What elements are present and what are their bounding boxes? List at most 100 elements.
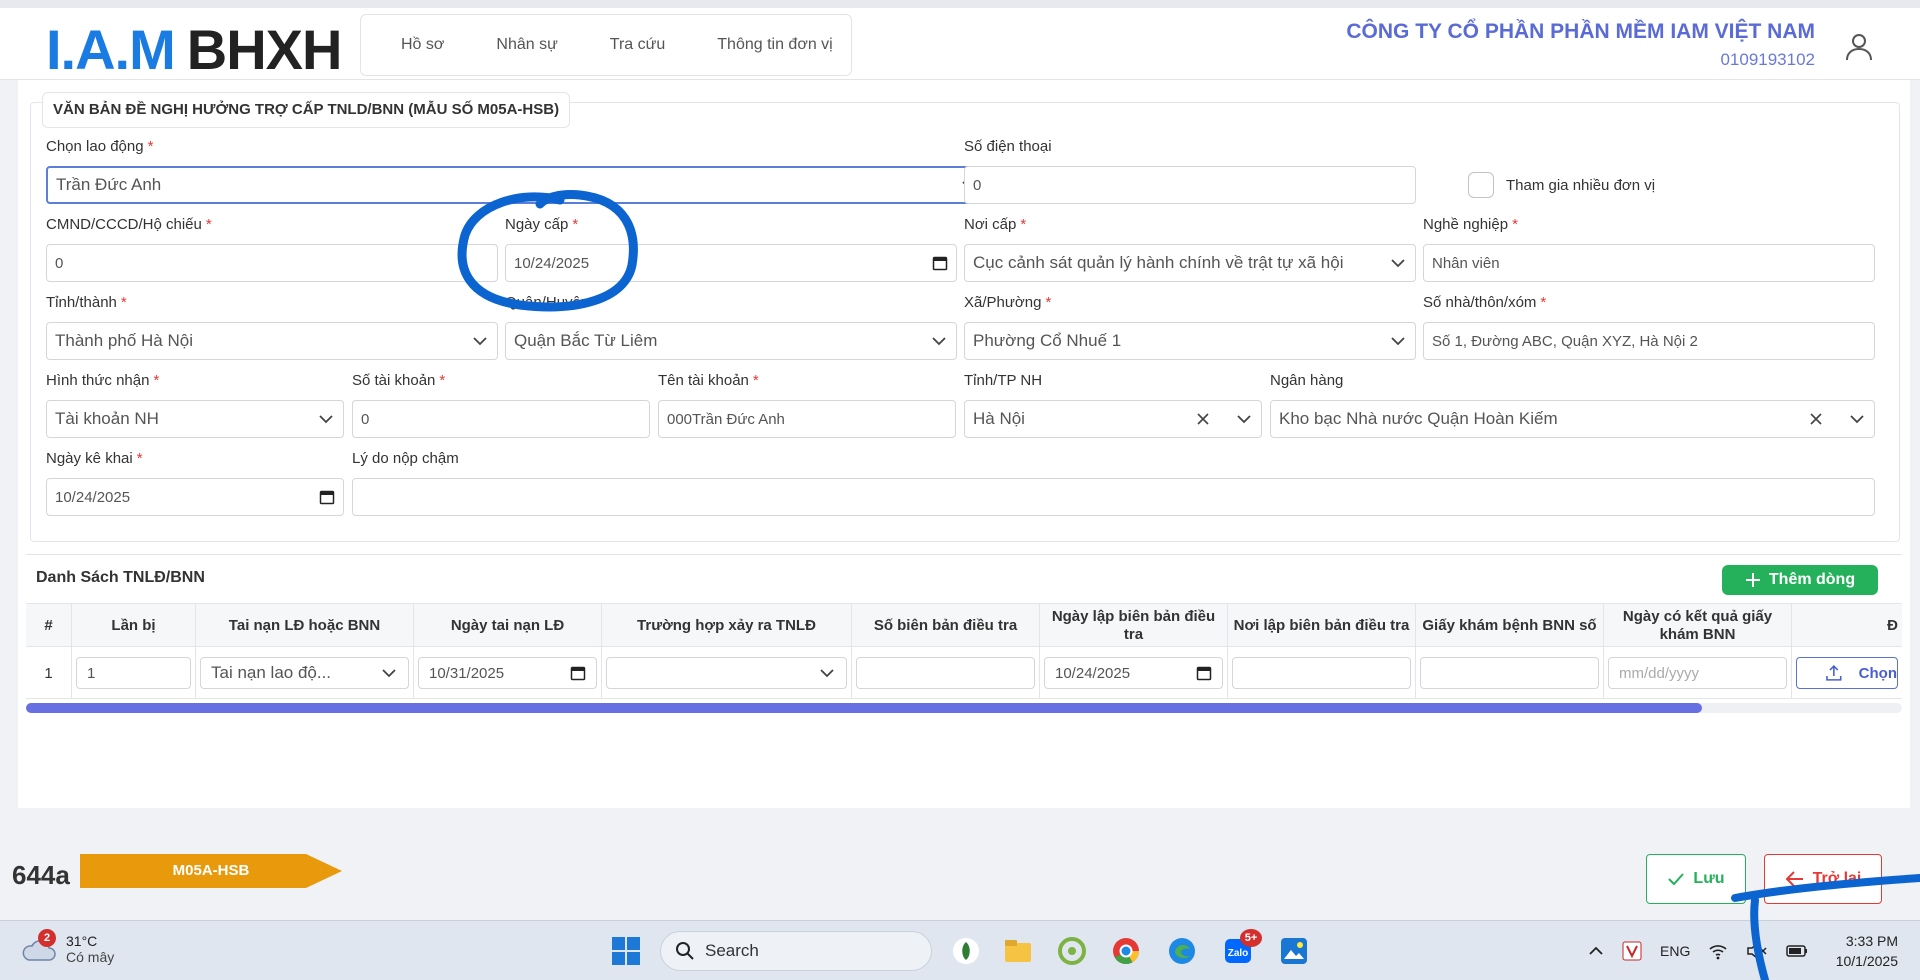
input-so-tai-khoan[interactable]: 0	[352, 400, 650, 438]
file-explorer-icon[interactable]	[1002, 935, 1034, 967]
input-lan-bi[interactable]: 1	[76, 657, 191, 689]
label-tinh-thanh: Tỉnh/thành	[46, 294, 117, 311]
weather-description: Có mây	[66, 949, 115, 965]
chrome-icon[interactable]	[1110, 935, 1142, 967]
input-so-dien-thoai[interactable]: 0	[964, 166, 1416, 204]
date-ngay-cap[interactable]: 10/24/2025	[505, 244, 957, 282]
app-green-icon[interactable]	[1056, 935, 1088, 967]
select-noi-cap[interactable]: Cục cảnh sát quản lý hành chính về trật …	[964, 244, 1416, 282]
red-app-icon[interactable]	[1622, 941, 1642, 961]
input-so-bien-ban[interactable]	[856, 657, 1035, 689]
user-icon[interactable]	[1843, 30, 1875, 62]
choose-file-button[interactable]: Chọn	[1796, 657, 1898, 689]
label-tinh-tp-nh: Tỉnh/TP NH	[964, 372, 1043, 389]
chevron-up-icon[interactable]	[1588, 943, 1604, 959]
field-ly-do-nop-cham: Lý do nộp chậm	[352, 450, 1875, 516]
th-truncated: Đ	[1887, 617, 1898, 634]
input-so-nha[interactable]: Số 1, Đường ABC, Quận XYZ, Hà Nội 2	[1423, 322, 1875, 360]
select-quan-huyen[interactable]: Quận Bắc Từ Liêm	[505, 322, 957, 360]
label-cmnd: CMND/CCCD/Hộ chiếu	[46, 216, 202, 233]
wifi-icon[interactable]	[1708, 942, 1728, 960]
edge-icon[interactable]	[1166, 935, 1198, 967]
select-loai-tai-nan[interactable]: Tai nạn lao độ...	[200, 657, 409, 689]
photos-icon[interactable]	[1278, 935, 1310, 967]
input-noi-lap[interactable]	[1232, 657, 1411, 689]
label-ly-do-nop-cham: Lý do nộp chậm	[352, 450, 459, 467]
taskbar-search[interactable]: Search	[660, 931, 932, 971]
field-so-nha: Số nhà/thôn/xóm * Số 1, Đường ABC, Quận X…	[1423, 294, 1875, 360]
copilot-leaf-icon[interactable]	[950, 935, 982, 967]
th-giay-kham: Giấy khám bệnh BNN số	[1416, 604, 1604, 648]
clear-icon[interactable]	[1195, 411, 1211, 427]
label-ngay-ke-khai: Ngày kê khai	[46, 450, 133, 467]
calendar-icon[interactable]	[319, 489, 335, 505]
label-quan-huyen: Quận/Huyện	[505, 294, 590, 311]
clock-date: 10/1/2025	[1835, 953, 1898, 969]
nav-nhan-su[interactable]: Nhân sự	[496, 36, 557, 54]
temperature: 31°C	[66, 933, 98, 949]
document-code-tag: M05A-HSB	[80, 854, 342, 888]
field-cmnd: CMND/CCCD/Hộ chiếu * 0	[46, 216, 498, 282]
taskbar-clock[interactable]: 3:33 PM 10/1/2025	[1836, 931, 1898, 971]
chevron-down-icon	[932, 337, 946, 346]
input-cmnd[interactable]: 0	[46, 244, 498, 282]
th-truong-hop: Trường hợp xảy ra TNLĐ	[602, 604, 852, 648]
back-button[interactable]: Trở lại	[1764, 854, 1882, 904]
company-info: CÔNG TY CỔ PHẦN PHẦN MỀM IAM VIỆT NAM 01…	[1346, 20, 1815, 70]
upload-icon	[1826, 665, 1842, 681]
chevron-down-icon	[382, 669, 396, 678]
input-ten-tai-khoan[interactable]: 000Trần Đức Anh	[658, 400, 956, 438]
calendar-icon[interactable]	[932, 255, 948, 271]
select-chon-lao-dong[interactable]: Trần Đức Anh	[46, 166, 988, 204]
label-tham-gia: Tham gia nhiều đơn vị	[1506, 176, 1656, 194]
clear-icon[interactable]	[1808, 411, 1824, 427]
label-ngan-hang: Ngân hàng	[1270, 372, 1344, 389]
top-navigation: Hồ sơ Nhân sự Tra cứu Thông tin đơn vị	[360, 14, 852, 76]
battery-icon[interactable]	[1786, 942, 1808, 960]
search-icon	[676, 942, 694, 960]
checkbox-box[interactable]	[1468, 172, 1494, 198]
date-ngay-ket-qua[interactable]: mm/dd/yyyy	[1608, 657, 1787, 689]
app-header: I.A.M BHXH Hồ sơ Nhân sự Tra cứu Thông ti…	[0, 0, 1920, 80]
field-quan-huyen: Quận/Huyện * Quận Bắc Từ Liêm	[505, 294, 957, 360]
field-noi-cap: Nơi cấp * Cục cảnh sát quản lý hành chính…	[964, 216, 1416, 282]
date-ngay-ke-khai[interactable]: 10/24/2025	[46, 478, 344, 516]
cell-index: 1	[26, 647, 72, 699]
select-truong-hop[interactable]	[606, 657, 847, 689]
label-nghe-nghiep: Nghề nghiệp	[1423, 216, 1509, 233]
field-so-tai-khoan: Số tài khoản * 0	[352, 372, 650, 438]
input-ly-do-nop-cham[interactable]	[352, 478, 1875, 516]
nav-ho-so[interactable]: Hồ sơ	[401, 36, 444, 54]
windows-start-icon[interactable]	[610, 935, 642, 967]
input-nghe-nghiep[interactable]: Nhân viên	[1423, 244, 1875, 282]
date-ngay-lap[interactable]: 10/24/2025	[1044, 657, 1223, 689]
save-button[interactable]: Lưu	[1646, 854, 1746, 904]
weather-widget[interactable]: 31°C Có mây	[20, 933, 114, 965]
calendar-icon[interactable]	[570, 665, 586, 681]
speaker-muted-icon[interactable]	[1746, 942, 1768, 960]
field-ngay-ke-khai: Ngày kê khai * 10/24/2025	[46, 450, 344, 516]
company-name: CÔNG TY CỔ PHẦN PHẦN MỀM IAM VIỆT NAM	[1346, 20, 1815, 43]
app-logo[interactable]: I.A.M BHXH	[46, 20, 342, 80]
checkbox-tham-gia[interactable]: Tham gia nhiều đơn vị	[1468, 172, 1655, 198]
nav-tra-cuu[interactable]: Tra cứu	[610, 36, 665, 54]
select-tinh-tp-nh[interactable]: Hà Nội	[964, 400, 1262, 438]
nav-thong-tin-don-vi[interactable]: Thông tin đơn vị	[717, 36, 832, 54]
form-panel: VĂN BẢN ĐỀ NGHỊ HƯỞNG TRỢ CẤP TNLD/BNN (…	[18, 80, 1910, 808]
add-row-button[interactable]: Thêm dòng	[1722, 565, 1878, 595]
chevron-down-icon	[319, 415, 333, 424]
input-giay-kham[interactable]	[1420, 657, 1599, 689]
horizontal-scrollbar[interactable]	[26, 703, 1902, 713]
scrollbar-thumb[interactable]	[26, 703, 1702, 713]
date-ngay-tai-nan[interactable]: 10/31/2025	[418, 657, 597, 689]
select-tinh-thanh[interactable]: Thành phố Hà Nội	[46, 322, 498, 360]
arrow-left-icon	[1785, 871, 1803, 887]
language-indicator[interactable]: ENG	[1660, 943, 1690, 959]
select-ngan-hang[interactable]: Kho bạc Nhà nước Quận Hoàn Kiếm	[1270, 400, 1875, 438]
select-xa-phuong[interactable]: Phường Cổ Nhuế 1	[964, 322, 1416, 360]
calendar-icon[interactable]	[1196, 665, 1212, 681]
label-hinh-thuc-nhan: Hình thức nhận	[46, 372, 150, 389]
select-hinh-thuc-nhan[interactable]: Tài khoản NH	[46, 400, 344, 438]
field-chon-lao-dong: Chọn lao động * Trần Đức Anh	[46, 138, 988, 204]
label-xa-phuong: Xã/Phường	[964, 294, 1042, 311]
